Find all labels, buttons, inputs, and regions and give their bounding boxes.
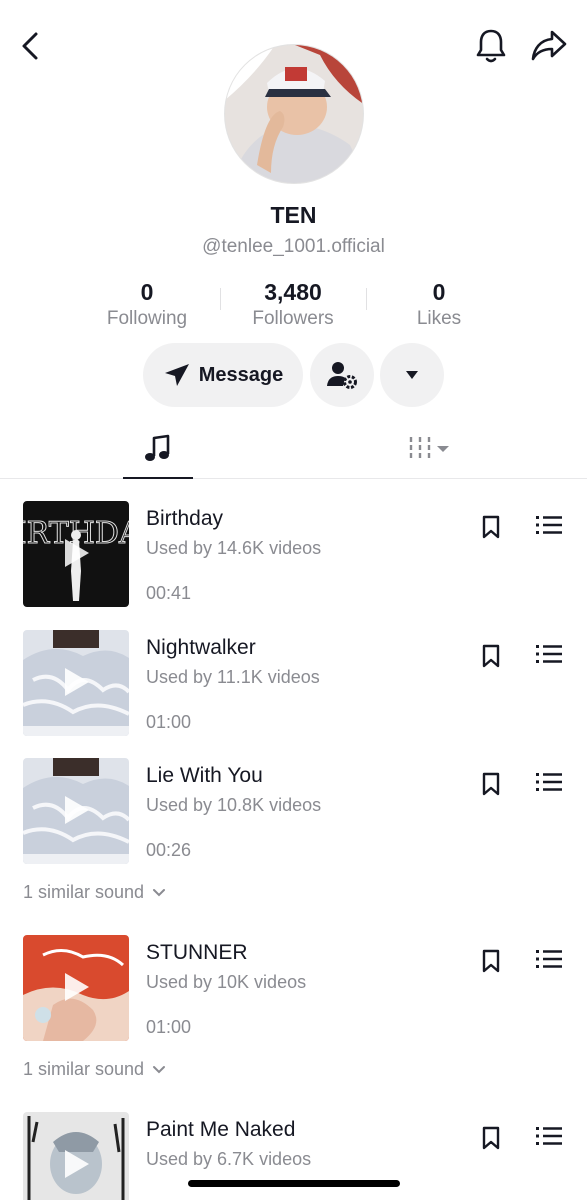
music-note-icon — [145, 434, 170, 461]
similar-sound-label: 1 similar sound — [23, 1059, 145, 1079]
bookmark-button[interactable] — [478, 768, 504, 800]
list-item[interactable]: Nightwalker Used by 11.1K videos 01:00 — [0, 630, 587, 740]
share-arrow-icon — [531, 30, 567, 61]
song-cover[interactable] — [23, 630, 129, 736]
followers-label: Followers — [252, 308, 334, 329]
play-icon — [65, 668, 89, 696]
notification-bell-button[interactable] — [470, 24, 512, 68]
song-title: STUNNER — [146, 941, 248, 964]
followers-count: 3,480 — [264, 279, 322, 305]
content-tabs — [0, 420, 587, 479]
similar-sound-label: 1 similar sound — [23, 882, 145, 902]
home-indicator — [188, 1180, 400, 1187]
active-tab-indicator — [123, 477, 193, 479]
song-duration: 00:41 — [146, 583, 192, 603]
likes-count: 0 — [432, 279, 446, 305]
following-count: 0 — [140, 279, 154, 305]
profile-handle: @tenlee_1001.official — [202, 236, 385, 257]
song-title: Paint Me Naked — [146, 1118, 296, 1141]
song-usage: Used by 10K videos — [146, 972, 307, 992]
list-icon — [536, 1127, 562, 1145]
song-usage: Used by 14.6K videos — [146, 538, 322, 558]
profile-avatar[interactable] — [224, 44, 364, 184]
list-icon — [536, 773, 562, 791]
play-icon — [65, 539, 89, 567]
profile-actions: Message — [0, 343, 587, 407]
caret-down-icon — [406, 371, 418, 379]
song-cover[interactable]: BIRTHDAY — [23, 501, 129, 607]
following-label: Following — [106, 308, 188, 329]
message-label: Message — [198, 363, 284, 386]
list-icon — [536, 516, 562, 534]
add-to-list-button[interactable] — [533, 768, 565, 796]
add-to-list-button[interactable] — [533, 640, 565, 668]
play-icon — [65, 1150, 89, 1178]
song-cover[interactable] — [23, 935, 129, 1041]
list-item[interactable]: Lie With You Used by 10.8K videos 00:26 — [0, 758, 587, 868]
list-icon — [536, 645, 562, 663]
add-friend-settings-button[interactable] — [310, 343, 374, 407]
avatar-photo — [225, 45, 363, 183]
share-button[interactable] — [527, 24, 571, 68]
tab-music[interactable] — [123, 420, 193, 478]
bookmark-button[interactable] — [478, 1122, 504, 1154]
tab-filter[interactable] — [400, 420, 460, 478]
song-cover[interactable] — [23, 1112, 129, 1200]
stat-followers[interactable]: 3,480 Followers — [218, 278, 368, 331]
user-settings-icon — [327, 362, 357, 389]
stat-following[interactable]: 0 Following — [72, 278, 222, 331]
profile-stats: 0 Following 3,480 Followers 0 Likes — [0, 278, 587, 334]
song-duration: 01:00 — [146, 1017, 192, 1037]
stat-likes[interactable]: 0 Likes — [364, 278, 514, 331]
more-options-button[interactable] — [380, 343, 444, 407]
bookmark-icon — [482, 1126, 500, 1150]
bookmark-icon — [482, 949, 500, 973]
bookmark-icon — [482, 644, 500, 668]
list-item[interactable]: STUNNER Used by 10K videos 01:00 — [0, 935, 587, 1045]
list-item[interactable]: BIRTHDAY Birthday Used by 14.6K videos 0… — [0, 501, 587, 611]
play-icon — [65, 973, 89, 1001]
bookmark-icon — [482, 515, 500, 539]
bookmark-icon — [482, 772, 500, 796]
similar-sound-toggle[interactable]: 1 similar sound — [23, 1059, 166, 1080]
play-icon — [65, 796, 89, 824]
chevron-down-icon — [153, 1065, 166, 1073]
columns-filter-icon — [409, 437, 449, 461]
bookmark-button[interactable] — [478, 640, 504, 672]
song-usage: Used by 11.1K videos — [146, 667, 320, 687]
song-title: Birthday — [146, 507, 224, 530]
song-duration: 01:00 — [146, 712, 192, 732]
song-usage: Used by 6.7K videos — [146, 1149, 312, 1169]
add-to-list-button[interactable] — [533, 511, 565, 539]
song-title: Lie With You — [146, 764, 263, 787]
chevron-down-icon — [153, 888, 166, 896]
song-cover[interactable] — [23, 758, 129, 864]
likes-label: Likes — [416, 308, 462, 329]
back-button[interactable] — [12, 26, 48, 66]
similar-sound-toggle[interactable]: 1 similar sound — [23, 882, 166, 903]
song-usage: Used by 10.8K videos — [146, 795, 322, 815]
chevron-left-icon — [22, 32, 38, 60]
list-icon — [536, 950, 562, 968]
message-button[interactable]: Message — [143, 343, 303, 407]
song-title: Nightwalker — [146, 636, 256, 659]
song-duration: 00:26 — [146, 840, 192, 860]
bookmark-button[interactable] — [478, 511, 504, 543]
profile-name: TEN — [270, 202, 317, 228]
bell-icon — [476, 29, 506, 63]
add-to-list-button[interactable] — [533, 1122, 565, 1150]
send-icon — [164, 364, 189, 386]
add-to-list-button[interactable] — [533, 945, 565, 973]
bookmark-button[interactable] — [478, 945, 504, 977]
